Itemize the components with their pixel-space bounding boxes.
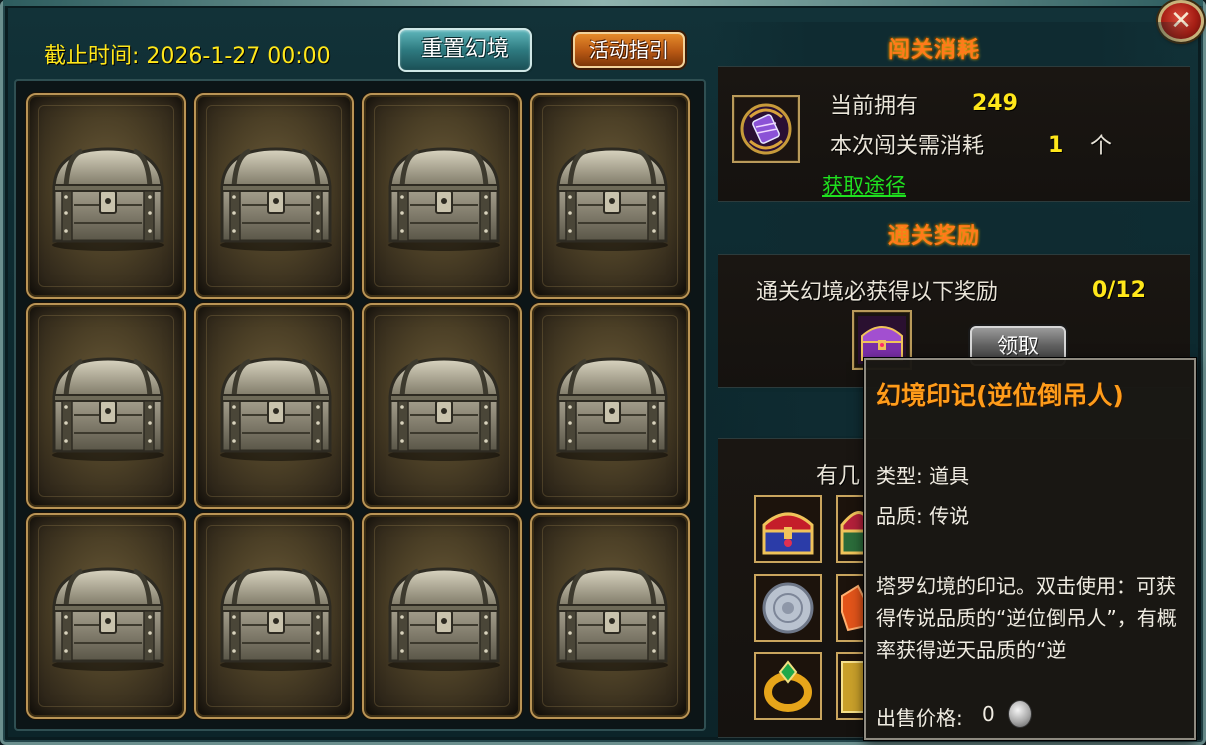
treasure-chest-icon xyxy=(388,147,500,251)
treasure-chest-icon xyxy=(220,147,332,251)
treasure-chest-icon xyxy=(220,357,332,461)
pool-item-3[interactable] xyxy=(754,574,822,642)
tooltip-price-value: 0 xyxy=(982,702,995,726)
chest-slot[interactable] xyxy=(26,513,186,719)
pool-item-2[interactable] xyxy=(836,495,868,563)
item-tooltip: 幻境印记(逆位倒吊人) 类型: 道具 品质: 传说 塔罗幻境的印记。双击使用：可… xyxy=(864,358,1196,740)
orange-gem-icon xyxy=(841,584,867,632)
chest-slot[interactable] xyxy=(530,93,690,299)
treasure-chest-icon xyxy=(388,567,500,671)
chest-slot[interactable] xyxy=(194,93,354,299)
chest-grid xyxy=(14,79,706,731)
pool-item-5[interactable] xyxy=(754,652,822,720)
acquire-link[interactable]: 获取途径 xyxy=(822,170,906,200)
pool-item-6[interactable] xyxy=(836,652,866,720)
reset-illusion-button[interactable]: 重置幻境 xyxy=(398,28,532,72)
chest-slot[interactable] xyxy=(530,513,690,719)
owned-label: 当前拥有 xyxy=(830,94,919,119)
need-label: 本次闯关需消耗 xyxy=(830,134,985,159)
chest-slot[interactable] xyxy=(194,513,354,719)
chest-slot[interactable] xyxy=(362,93,522,299)
treasure-chest-icon xyxy=(52,147,164,251)
tooltip-type: 类型: 道具 xyxy=(876,464,970,488)
need-unit: 个 xyxy=(1090,134,1113,159)
silver-coin-icon xyxy=(762,582,814,634)
treasure-chest-icon xyxy=(52,567,164,671)
reward-progress: 0/12 xyxy=(1092,278,1146,303)
tooltip-description: 塔罗幻境的印记。双击使用：可获得传说品质的“逆位倒吊人”，有概率获得逆天品质的“… xyxy=(876,574,1177,662)
treasure-chest-icon xyxy=(388,357,500,461)
gold-ring-icon xyxy=(764,660,812,712)
owned-value: 249 xyxy=(972,91,1018,116)
chest-icon xyxy=(840,511,868,555)
chest-slot[interactable] xyxy=(530,303,690,509)
gold-item-icon xyxy=(841,661,865,713)
red-chest-icon xyxy=(762,512,814,555)
treasure-chest-icon xyxy=(52,357,164,461)
need-value: 1 xyxy=(1048,133,1064,158)
chest-slot[interactable] xyxy=(362,303,522,509)
treasure-chest-icon xyxy=(556,567,668,671)
pool-label: 有几 xyxy=(816,464,861,489)
chest-slot[interactable] xyxy=(194,303,354,509)
chest-slot[interactable] xyxy=(26,93,186,299)
tooltip-title: 幻境印记(逆位倒吊人) xyxy=(876,381,1124,410)
chest-slot[interactable] xyxy=(26,303,186,509)
treasure-chest-icon xyxy=(220,567,332,671)
pool-item-1[interactable] xyxy=(754,495,822,563)
cost-section-title: 闯关消耗 xyxy=(888,38,981,63)
deadline-text: 截止时间: 2026-1-27 00:00 xyxy=(44,44,331,69)
reward-desc: 通关幻境必获得以下奖励 xyxy=(756,280,999,305)
illusion-mark-slot[interactable] xyxy=(732,95,800,163)
treasure-chest-icon xyxy=(556,357,668,461)
chest-slot[interactable] xyxy=(362,513,522,719)
tooltip-price-label: 出售价格: xyxy=(876,706,963,730)
illusion-mark-icon xyxy=(740,103,792,155)
treasure-chest-icon xyxy=(556,147,668,251)
silver-coin-icon xyxy=(1008,700,1032,728)
pool-item-4[interactable] xyxy=(836,574,867,642)
reward-section-title: 通关奖励 xyxy=(888,224,981,249)
tooltip-quality: 品质: 传说 xyxy=(876,504,970,528)
event-guide-button[interactable]: 活动指引 xyxy=(573,32,685,68)
